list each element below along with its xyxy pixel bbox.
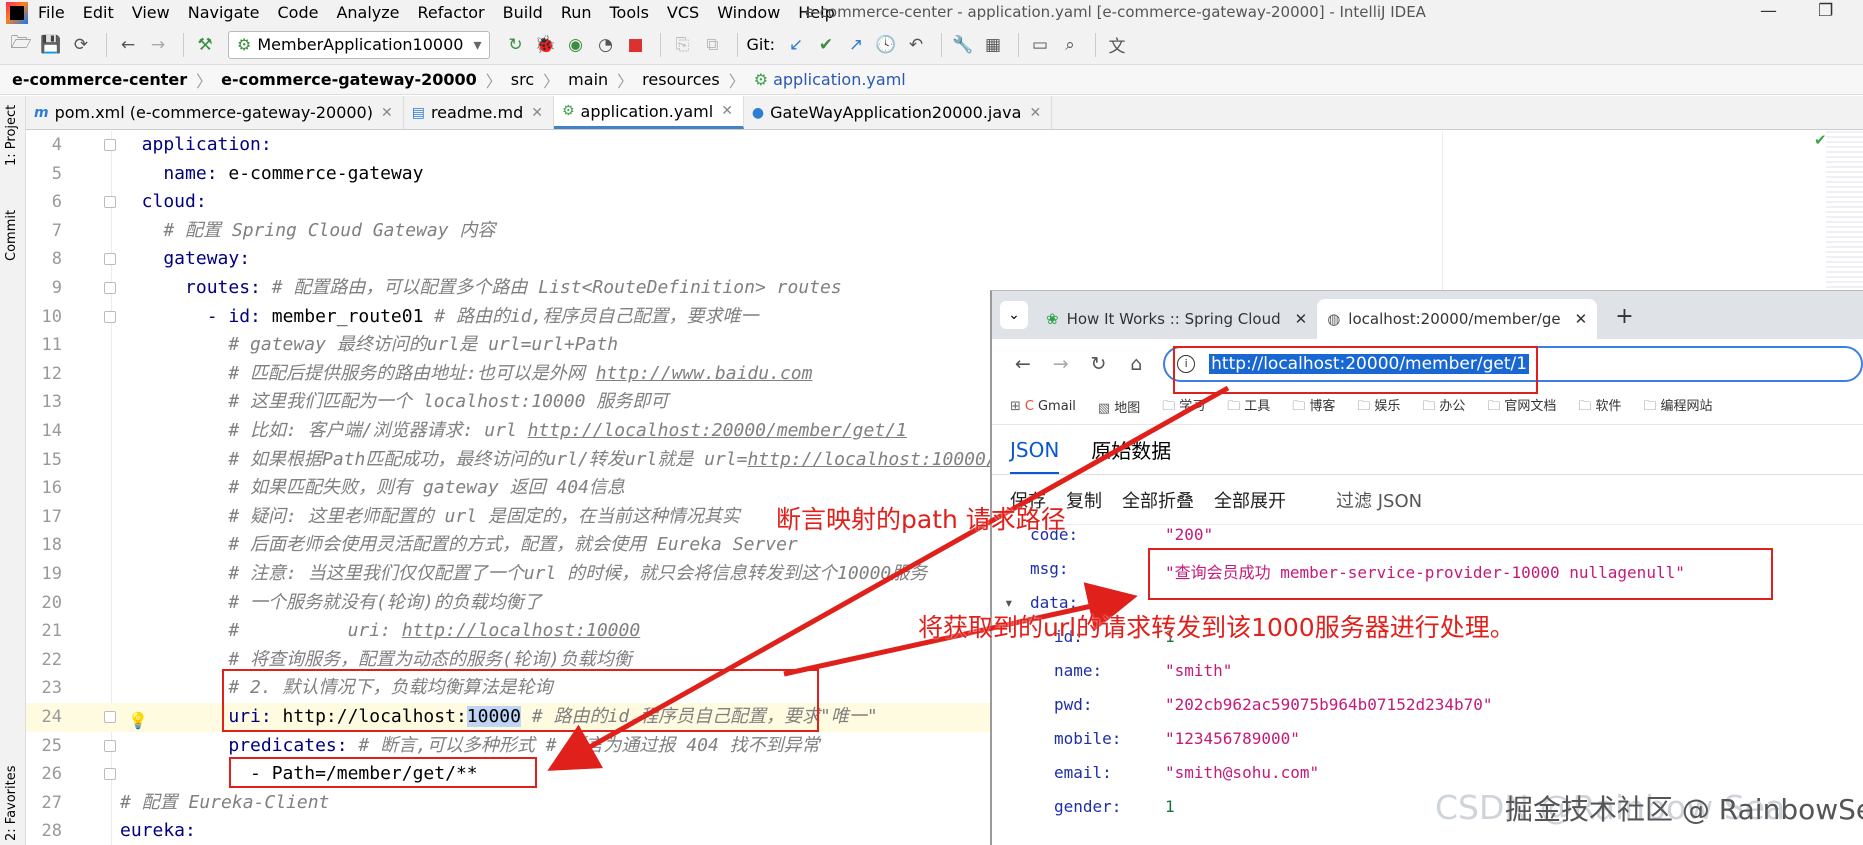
arrow-url-to-path (547, 385, 1230, 771)
annotation-path-note: 断言映射的path 请求路径 (776, 505, 1066, 534)
annotation-forward-note: 将获取到的url的请求转发到该1000服务器进行处理。 (918, 613, 1515, 642)
watermark-juejin: 掘金技术社区 @ RainbowSea (1505, 793, 1863, 826)
annotation-arrows (547, 385, 1230, 771)
